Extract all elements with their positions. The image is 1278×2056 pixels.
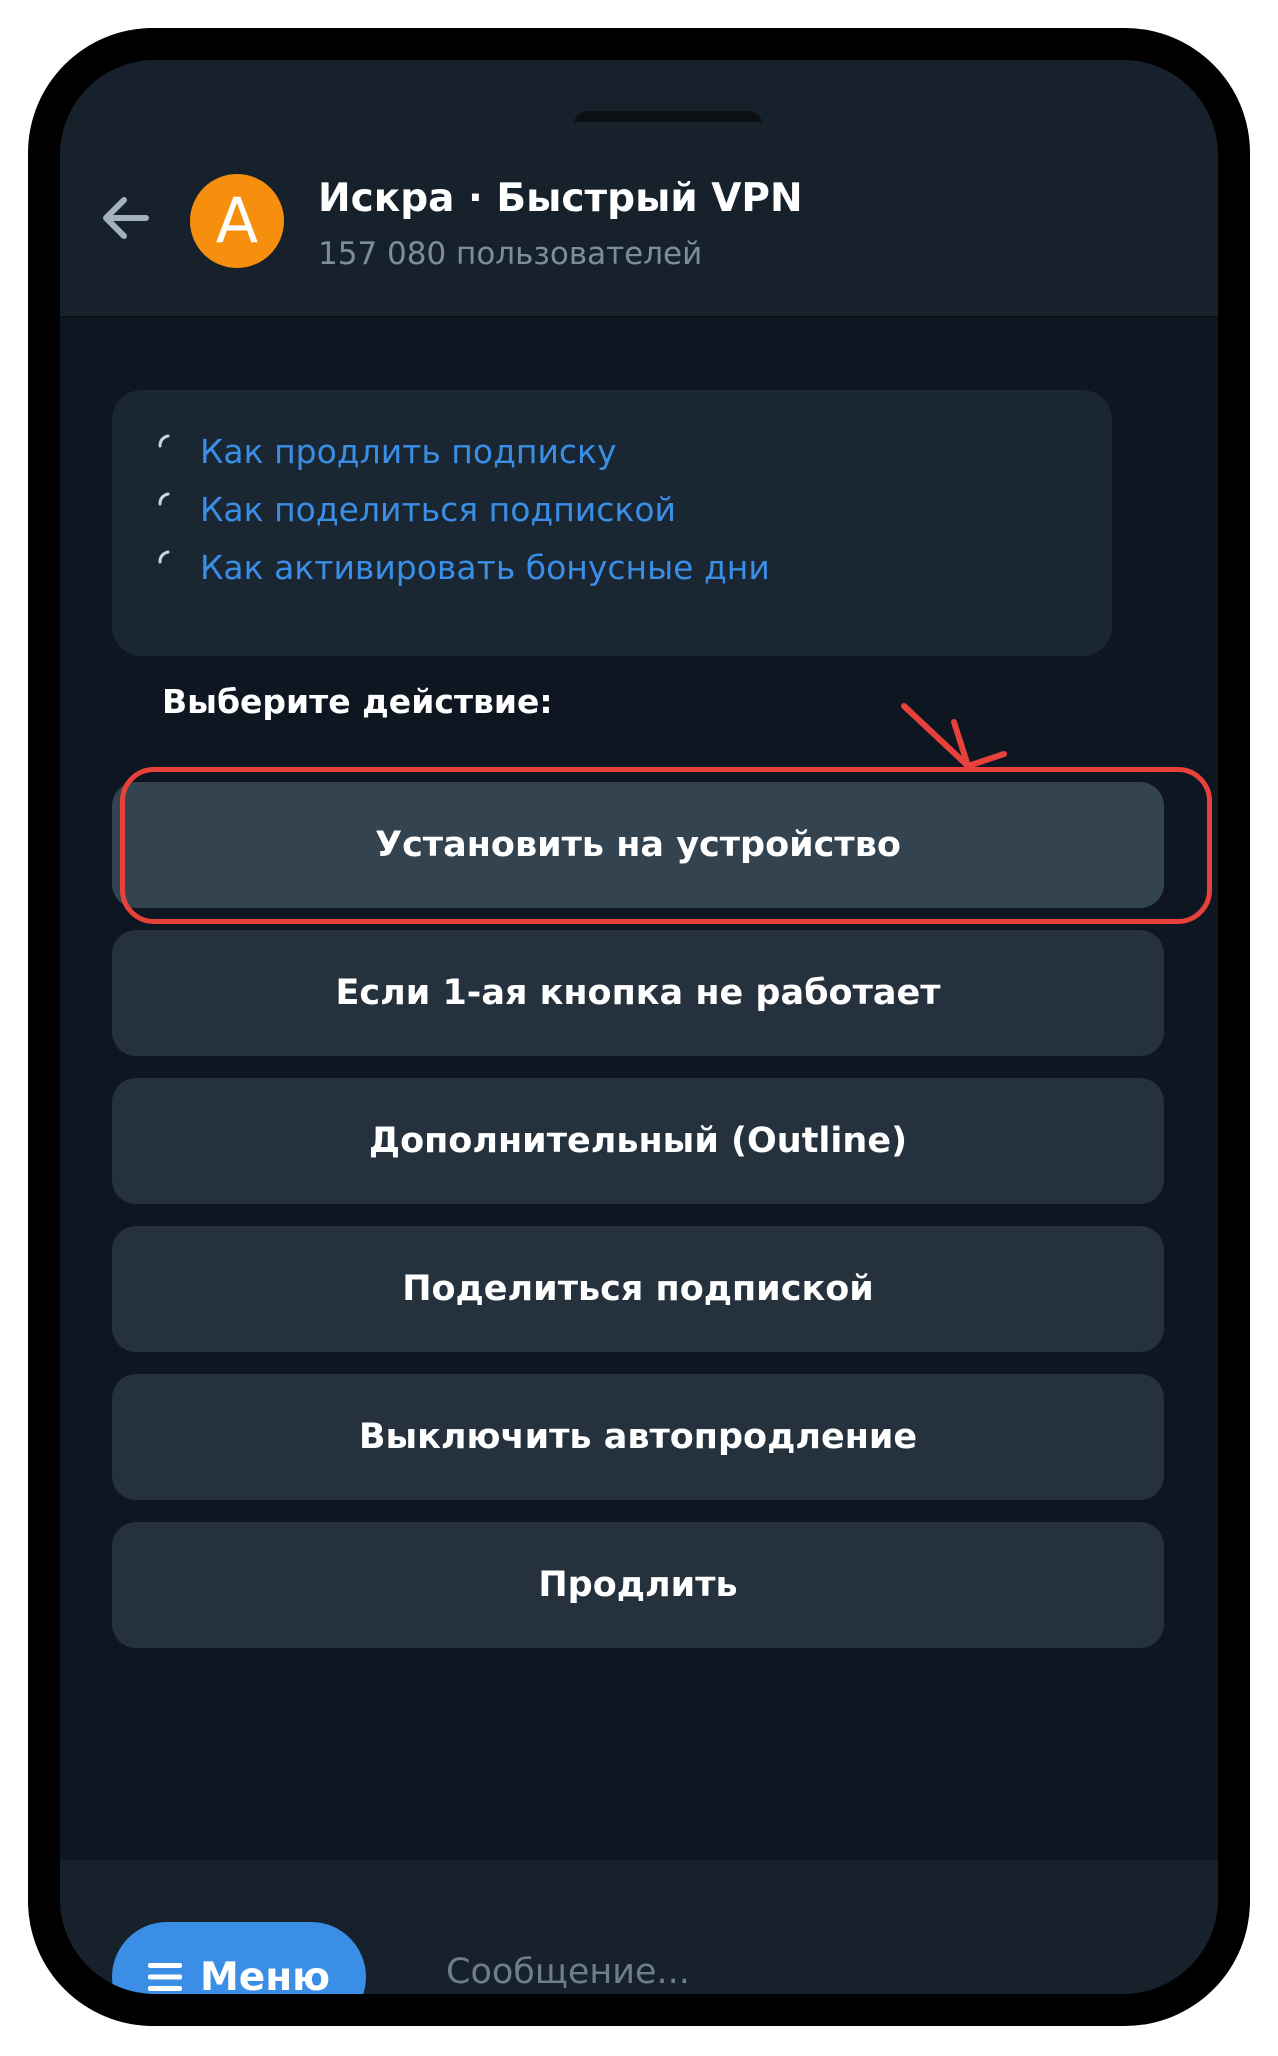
quote-mark-icon: [158, 492, 170, 506]
quote-mark-icon: [158, 550, 170, 564]
link-text[interactable]: Как активировать бонусные дни: [200, 548, 770, 587]
pointer-arrow-icon: [901, 703, 1007, 769]
action-prompt: Выберите действие:: [162, 682, 553, 721]
fallback-button[interactable]: Если 1-ая кнопка не работает: [112, 930, 1164, 1056]
back-arrow-icon: [103, 197, 149, 239]
quote-mark-icon: [158, 434, 170, 448]
back-button[interactable]: [96, 188, 156, 248]
link-item-share[interactable]: Как поделиться подпиской: [156, 484, 676, 534]
link-text[interactable]: Как поделиться подпиской: [200, 490, 676, 529]
chat-header: A Искра · Быстрый VPN 157 080 пользовате…: [60, 122, 1218, 318]
outline-button[interactable]: Дополнительный (Outline): [112, 1078, 1164, 1204]
menu-button[interactable]: Меню: [112, 1922, 366, 1994]
bot-avatar[interactable]: A: [190, 174, 284, 268]
menu-label: Меню: [199, 1954, 331, 1995]
install-on-device-button[interactable]: Установить на устройство: [112, 782, 1164, 908]
link-item-renew[interactable]: Как продлить подписку: [156, 426, 617, 476]
link-text[interactable]: Как продлить подписку: [200, 432, 617, 471]
share-subscription-button[interactable]: Поделиться подпиской: [112, 1226, 1164, 1352]
link-item-bonus[interactable]: Как активировать бонусные дни: [156, 542, 770, 592]
app-screen: A Искра · Быстрый VPN 157 080 пользовате…: [60, 60, 1218, 1994]
hamburger-icon: [147, 1963, 182, 1991]
message-input[interactable]: Сообщение...: [446, 1952, 690, 1992]
chat-title[interactable]: Искра · Быстрый VPN: [318, 176, 803, 221]
disable-autorenew-button[interactable]: Выключить автопродление: [112, 1374, 1164, 1500]
renew-button[interactable]: Продлить: [112, 1522, 1164, 1648]
help-links-card: Как продлить подписку Как поделиться под…: [112, 390, 1112, 656]
phone-frame: A Искра · Быстрый VPN 157 080 пользовате…: [28, 28, 1250, 2026]
user-count: 157 080 пользователей: [318, 236, 703, 272]
